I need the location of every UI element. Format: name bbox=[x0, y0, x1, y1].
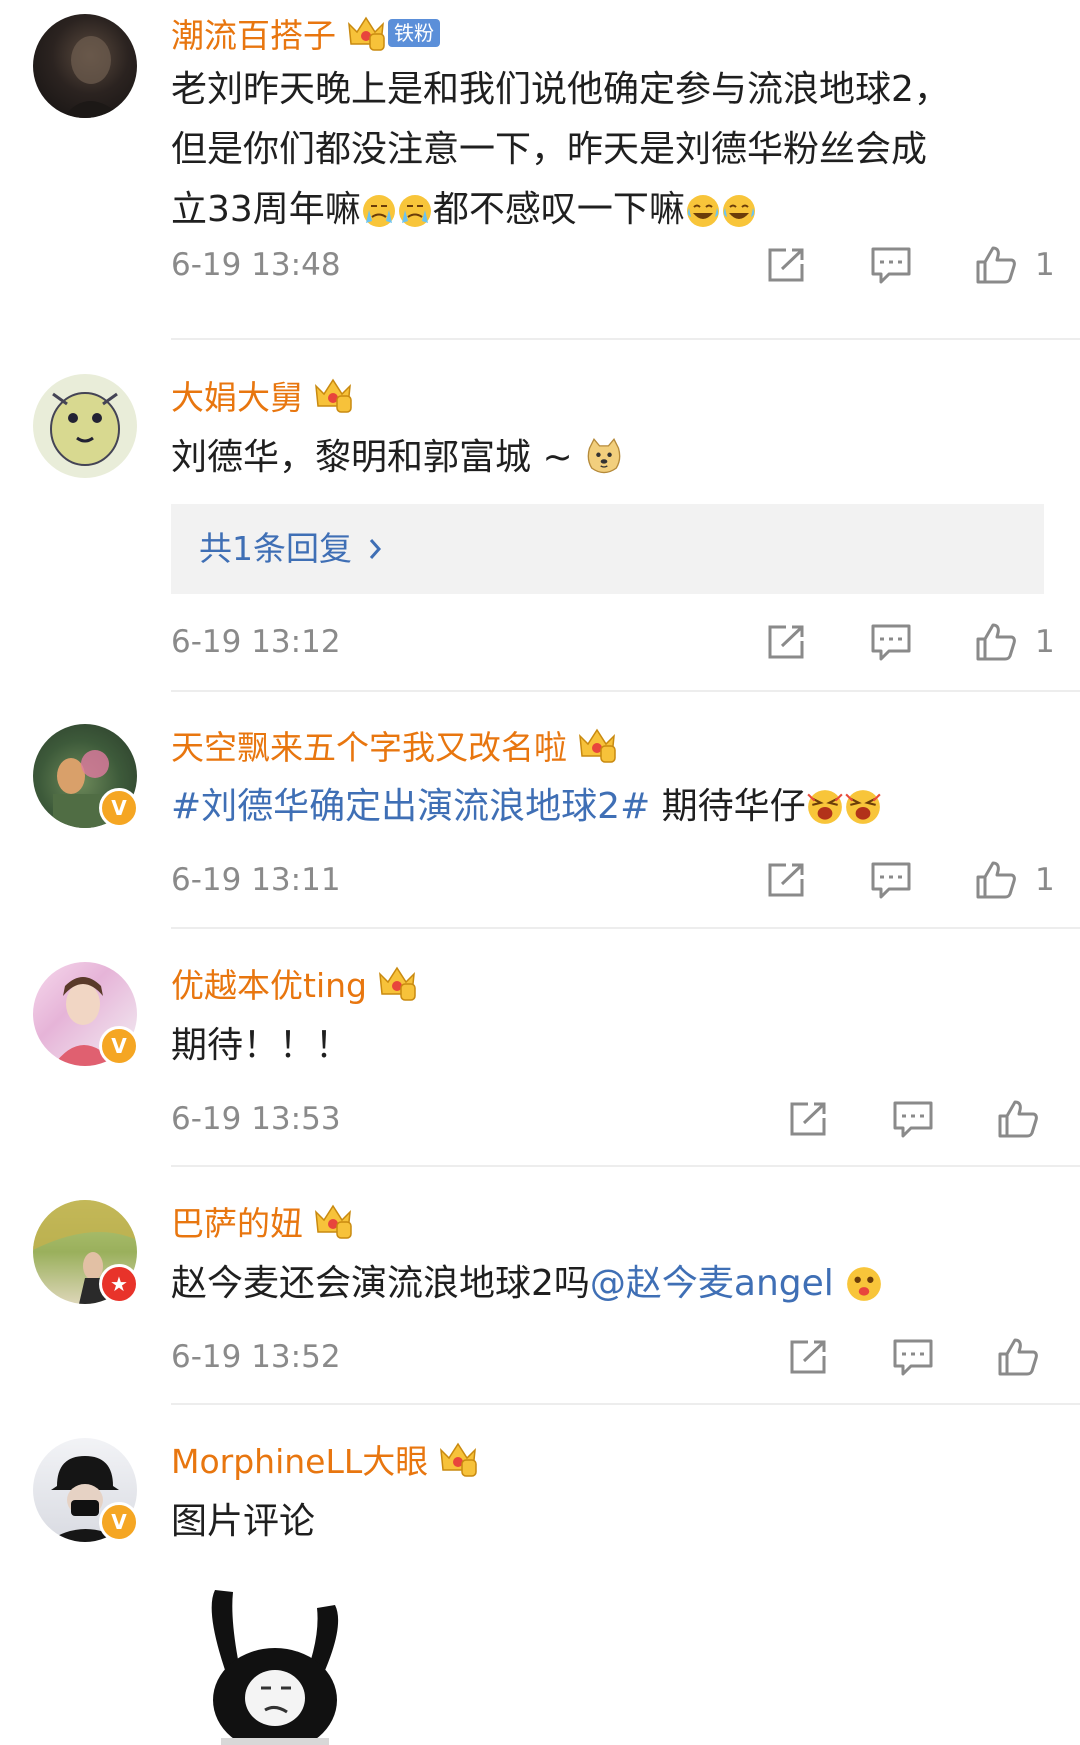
username[interactable]: 优越本优ting bbox=[171, 959, 367, 1007]
comment-text-part: 立33周年嘛 bbox=[171, 189, 361, 230]
avatar[interactable]: V bbox=[33, 1438, 139, 1542]
verified-badge: ★ bbox=[99, 1264, 139, 1304]
avatar[interactable]: ★ bbox=[33, 1200, 139, 1304]
username[interactable]: 潮流百搭子 bbox=[171, 9, 336, 57]
timestamp: 6-19 13:52 bbox=[171, 1339, 341, 1375]
avatar[interactable] bbox=[33, 374, 137, 478]
divider bbox=[171, 1165, 1080, 1167]
crown-icon bbox=[377, 964, 417, 1002]
timestamp: 6-19 13:11 bbox=[171, 862, 341, 898]
comment-meta: 6-19 13:11 1 bbox=[171, 858, 1080, 902]
comment-icon[interactable] bbox=[891, 1099, 935, 1139]
like-icon[interactable] bbox=[974, 245, 1018, 285]
like-count: 1 bbox=[1035, 862, 1055, 898]
name-row: 潮流百搭子 铁粉 bbox=[171, 11, 440, 55]
fans-badge: 铁粉 bbox=[388, 19, 440, 47]
comment-icon[interactable] bbox=[869, 860, 913, 900]
comment-meta: 6-19 13:52 bbox=[171, 1335, 1080, 1379]
comment-text: #刘德华确定出演流浪地球2# 期待华仔 bbox=[171, 777, 1041, 837]
excited-emoji-icon bbox=[844, 788, 882, 826]
comment-feed: 潮流百搭子 铁粉 老刘昨天晚上是和我们说他确定参与流浪地球2， 但是你们都没注意… bbox=[0, 0, 1080, 1745]
comment-icon[interactable] bbox=[869, 622, 913, 662]
comment-meta: 6-19 13:12 1 bbox=[171, 620, 1080, 664]
share-icon[interactable] bbox=[764, 860, 808, 900]
chevron-right-icon bbox=[369, 539, 382, 559]
comment-text-line: 但是你们都没注意一下，昨天是刘德华粉丝会成 bbox=[171, 129, 928, 170]
comment-text: 图片评论 bbox=[171, 1492, 1041, 1552]
divider bbox=[171, 1403, 1080, 1405]
doge-emoji-icon bbox=[584, 437, 624, 477]
timestamp: 6-19 13:12 bbox=[171, 624, 341, 660]
like-icon[interactable] bbox=[974, 622, 1018, 662]
share-icon[interactable] bbox=[764, 245, 808, 285]
laugh-cry-emoji-icon bbox=[685, 193, 721, 229]
comment-text-part: 刘德华，黎明和郭富城 ~ bbox=[171, 437, 573, 478]
avatar[interactable] bbox=[33, 14, 137, 118]
username[interactable]: 天空飘来五个字我又改名啦 bbox=[171, 721, 567, 769]
laugh-cry-emoji-icon bbox=[721, 193, 757, 229]
name-row: 天空飘来五个字我又改名啦 bbox=[171, 723, 617, 767]
replies-link[interactable]: 共1条回复 bbox=[171, 504, 1044, 594]
comment-text: 赵今麦还会演流浪地球2吗@赵今麦angel bbox=[171, 1254, 1041, 1314]
avatar[interactable]: V bbox=[33, 962, 139, 1066]
sad-crying-emoji-icon bbox=[397, 193, 433, 229]
comment-text-line: 立33周年嘛 都不感叹一下嘛 bbox=[171, 180, 1041, 240]
username[interactable]: 大娟大舅 bbox=[171, 371, 303, 419]
like-count: 1 bbox=[1035, 247, 1055, 283]
crown-icon bbox=[346, 14, 386, 52]
comment-icon[interactable] bbox=[869, 245, 913, 285]
share-icon[interactable] bbox=[786, 1337, 830, 1377]
like-icon[interactable] bbox=[996, 1337, 1040, 1377]
mention-link[interactable]: @赵今麦angel bbox=[590, 1263, 834, 1304]
comment-text-line: 老刘昨天晚上是和我们说他确定参与流浪地球2， bbox=[171, 69, 950, 110]
comment-text: 老刘昨天晚上是和我们说他确定参与流浪地球2， 但是你们都没注意一下，昨天是刘德华… bbox=[171, 60, 1041, 240]
name-row: 大娟大舅 bbox=[171, 373, 353, 417]
crown-icon bbox=[313, 1202, 353, 1240]
name-row: MorphineLL大眼 bbox=[171, 1437, 478, 1481]
share-icon[interactable] bbox=[764, 622, 808, 662]
divider bbox=[171, 927, 1080, 929]
replies-count: 共1条回复 bbox=[199, 529, 352, 568]
comment-meta: 6-19 13:53 bbox=[171, 1097, 1080, 1141]
comment-meta: 6-19 13:48 1 bbox=[171, 243, 1080, 287]
comment-text-part: 都不感叹一下嘛 bbox=[432, 189, 685, 230]
comment-text-part: 期待！！！ bbox=[171, 1025, 352, 1066]
verified-badge: V bbox=[99, 788, 139, 828]
username[interactable]: 巴萨的妞 bbox=[171, 1197, 303, 1245]
share-icon[interactable] bbox=[786, 1099, 830, 1139]
comment-text-part: 期待华仔 bbox=[650, 786, 806, 827]
divider bbox=[171, 338, 1080, 340]
name-row: 优越本优ting bbox=[171, 961, 417, 1005]
like-count: 1 bbox=[1035, 624, 1055, 660]
tongue-emoji-icon bbox=[845, 1265, 883, 1303]
sad-crying-emoji-icon bbox=[361, 193, 397, 229]
comment-icon[interactable] bbox=[891, 1337, 935, 1377]
comment-text: 期待！！！ bbox=[171, 1016, 1041, 1076]
timestamp: 6-19 13:48 bbox=[171, 247, 341, 283]
like-icon[interactable] bbox=[996, 1099, 1040, 1139]
crown-icon bbox=[313, 376, 353, 414]
username[interactable]: MorphineLL大眼 bbox=[171, 1435, 428, 1483]
verified-badge: V bbox=[99, 1502, 139, 1542]
comment-text: 刘德华，黎明和郭富城 ~ bbox=[171, 428, 1041, 488]
name-row: 巴萨的妞 bbox=[171, 1199, 353, 1243]
crown-icon bbox=[438, 1440, 478, 1478]
divider bbox=[171, 690, 1080, 692]
avatar[interactable]: V bbox=[33, 724, 139, 828]
excited-emoji-icon bbox=[806, 788, 844, 826]
crown-icon bbox=[577, 726, 617, 764]
hashtag-link[interactable]: #刘德华确定出演流浪地球2# bbox=[171, 786, 650, 827]
sticker-image[interactable] bbox=[195, 1580, 355, 1745]
timestamp: 6-19 13:53 bbox=[171, 1101, 341, 1137]
comment-text-part: 赵今麦还会演流浪地球2吗 bbox=[171, 1263, 590, 1304]
like-icon[interactable] bbox=[974, 860, 1018, 900]
verified-badge: V bbox=[99, 1026, 139, 1066]
comment-text-part: 图片评论 bbox=[171, 1501, 316, 1542]
